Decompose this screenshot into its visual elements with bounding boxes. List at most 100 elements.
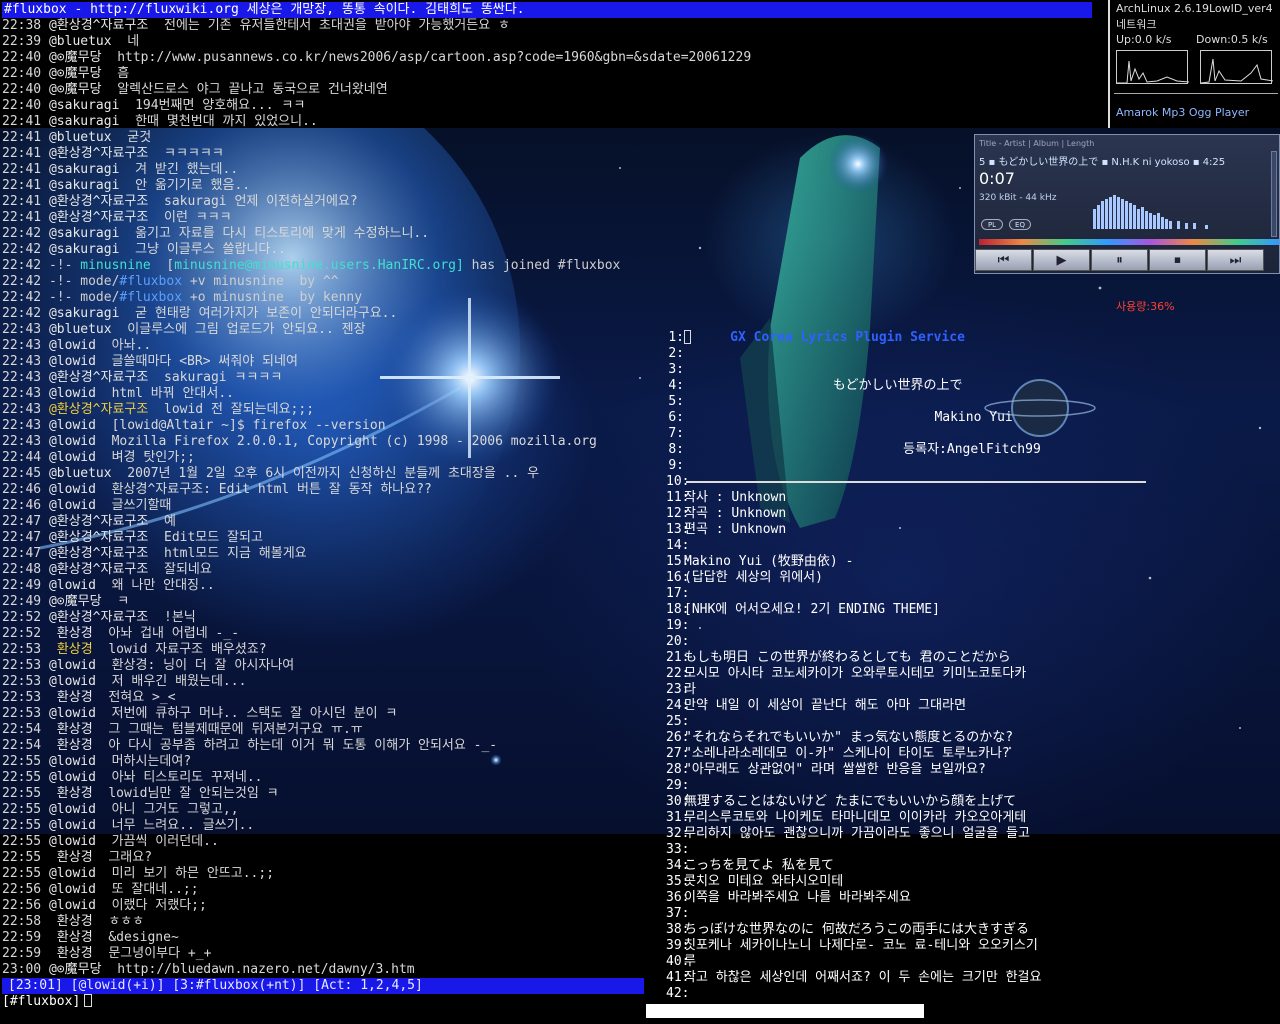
lyrics-text: 콧치오 미테요 와타시오미테: [684, 874, 844, 889]
line-number: 11:: [666, 490, 690, 505]
lyrics-line: 37:: [666, 906, 1280, 922]
timestamp: 22:40: [2, 82, 42, 97]
pause-button[interactable]: ⏸: [1091, 249, 1148, 271]
lyrics-line: 11:작사 : Unknown: [666, 490, 1280, 506]
timestamp: 22:59: [2, 930, 42, 945]
line-number: 6:: [668, 410, 684, 425]
timestamp: 22:48: [2, 562, 42, 577]
nickname: @⊙魔무당: [48, 50, 102, 65]
nickname: @⊙魔무당: [48, 594, 102, 609]
playlist-button[interactable]: PL: [981, 219, 1003, 230]
lyrics-text: Makino Yui (牧野由依) -: [684, 554, 854, 569]
message-text: 또 잘대네..;;: [111, 882, 199, 897]
lyrics-line: 34:こっちを見てよ 私を見て: [666, 858, 1280, 874]
seek-bar[interactable]: [979, 239, 1279, 245]
nickname: @환상경^자료구조: [48, 562, 149, 577]
line-number: 41:: [666, 970, 690, 985]
volume-slider[interactable]: [1271, 151, 1277, 237]
line-number: 4:: [668, 378, 684, 393]
timestamp: 22:41: [2, 178, 42, 193]
line-number: 30:: [666, 794, 690, 809]
lyrics-line: 12:작곡 : Unknown: [666, 506, 1280, 522]
channel-name: #fluxbox: [119, 274, 183, 289]
message-text: lowid 전 잘되는데요;;;: [164, 402, 315, 417]
chat-line: 22:40 @⊙魔무당 http://www.pusannews.co.kr/n…: [2, 50, 1092, 66]
timestamp: 22:43: [2, 338, 42, 353]
lyrics-line: 10:: [666, 474, 1280, 490]
lyrics-line: 3:: [666, 362, 1280, 378]
timestamp: 22:55: [2, 754, 42, 769]
timestamp: 22:53: [2, 642, 42, 657]
lyrics-line: 17:: [666, 586, 1280, 602]
message-text: 아니 그거도 그렇고,,: [111, 802, 239, 817]
usage-label: 사용량:36%: [1116, 300, 1175, 313]
timestamp: 22:43: [2, 402, 42, 417]
media-player-window[interactable]: Title - Artist | Album | Length 5 ▪ もどかし…: [974, 134, 1280, 274]
timestamp: 22:41: [2, 130, 42, 145]
irc-status-bar: [23:01] [@lowid(+i)] [3:#fluxbox(+nt)] […: [2, 978, 644, 994]
line-number: 38:: [666, 922, 690, 937]
chat-line: 22:42 @sakuragi 그냥 이글루스 쓸랍니다..: [2, 242, 1092, 258]
timestamp: 22:43: [2, 434, 42, 449]
message-text: 너무 느려요.. 글쓰기..: [111, 818, 255, 833]
play-button[interactable]: ▶: [1033, 249, 1090, 271]
mode-message: +v minusnine by ^^: [189, 274, 339, 289]
next-button[interactable]: ⏭: [1207, 249, 1264, 271]
lyrics-line: 16:(답답한 세상의 위에서): [666, 570, 1280, 586]
lyrics-line: 15:Makino Yui (牧野由依) -: [666, 554, 1280, 570]
message-text: Edit모드 잘되고: [164, 530, 263, 545]
line-number: 27:: [666, 746, 690, 761]
timestamp: 22:43: [2, 386, 42, 401]
timestamp: 22:47: [2, 530, 42, 545]
message-text: 전혀요 >_<: [108, 690, 176, 705]
nickname: @lowid: [48, 498, 96, 513]
nickname: @⊙魔무당: [48, 962, 102, 977]
nickname: 환상경: [48, 930, 93, 945]
line-number: 10:: [666, 474, 690, 489]
lyrics-line: 19:: [666, 618, 1280, 634]
irc-input-line[interactable]: [#fluxbox]: [2, 994, 642, 1010]
timestamp: 22:42: [2, 226, 42, 241]
line-number: 35:: [666, 874, 690, 889]
input-prompt: [#fluxbox]: [2, 994, 81, 1009]
lyrics-text: 만약 내일 이 세상이 끝난다 해도 아마 그대라면: [684, 698, 967, 713]
timestamp: 22:42: [2, 274, 42, 289]
nickname: @lowid: [48, 866, 96, 881]
lyrics-line: 36:이쪽을 바라봐주세요 나를 바라봐주세요: [666, 890, 1280, 906]
timestamp: 22:55: [2, 866, 42, 881]
line-number: 28:: [666, 762, 690, 777]
timestamp: 22:49: [2, 594, 42, 609]
lyrics-text: 모시모 아시타 코노세카이가 오와루토시테모 키미노코토다카: [684, 666, 1027, 681]
chat-line: 22:40 @sakuragi 194번째면 양호해요... ㅋㅋ: [2, 98, 1092, 114]
message-text: 2007년 1월 2일 오후 6시 이전까지 신청하신 분들께 초대장을 .. …: [127, 466, 540, 481]
line-number: 26:: [666, 730, 690, 745]
lyrics-panel: 1: GX Corea Lyrics Plugin Service 2: 3: 4: …: [666, 330, 1280, 1002]
previous-button[interactable]: ⏮: [975, 249, 1032, 271]
message-text: 이글루스에 그림 업로드가 안되요.. 젠장: [127, 322, 366, 337]
message-text: 이런 ㅋㅋㅋ: [164, 210, 232, 225]
message-text: 왜 나만 안대징..: [111, 578, 215, 593]
lyrics-input-bar[interactable]: [646, 1004, 924, 1018]
timestamp: 22:42: [2, 306, 42, 321]
lyrics-text: (답답한 세상의 위에서): [684, 570, 823, 585]
timestamp: 22:47: [2, 546, 42, 561]
chat-line: 22:42 @sakuragi 굳 현태랑 여러가지가 보존이 안되더라구요..: [2, 306, 1092, 322]
download-graph: [1200, 50, 1274, 84]
lyrics-line: 22:모시모 아시타 코노세카이가 오와루토시테모 키미노코토다카: [666, 666, 1280, 682]
lyrics-line: 38:ちっぽけな世界なのに 何故だろうこの両手には大きすぎる: [666, 922, 1280, 938]
timestamp: 22:54: [2, 738, 42, 753]
lyrics-line: 24:만약 내일 이 세상이 끝난다 해도 아마 그대라면: [666, 698, 1280, 714]
joined-nick: minusnine: [80, 258, 151, 273]
equalizer-button[interactable]: EQ: [1009, 219, 1031, 230]
message-text: ㅎㅎㅎ: [108, 914, 145, 929]
timestamp: 22:55: [2, 770, 42, 785]
timestamp: 22:56: [2, 898, 42, 913]
chat-line: 22:40 @⊙魔무당 흠: [2, 66, 1092, 82]
timestamp: 22:55: [2, 802, 42, 817]
lyrics-line: 26:"それならそれでもいいか" まっ気ない態度とるのかな?: [666, 730, 1280, 746]
stop-button[interactable]: ⏹: [1149, 249, 1206, 271]
nickname: @lowid: [48, 674, 96, 689]
nickname: @lowid: [48, 770, 96, 785]
timestamp: 22:41: [2, 114, 42, 129]
message-text: 아놔..: [111, 338, 152, 353]
